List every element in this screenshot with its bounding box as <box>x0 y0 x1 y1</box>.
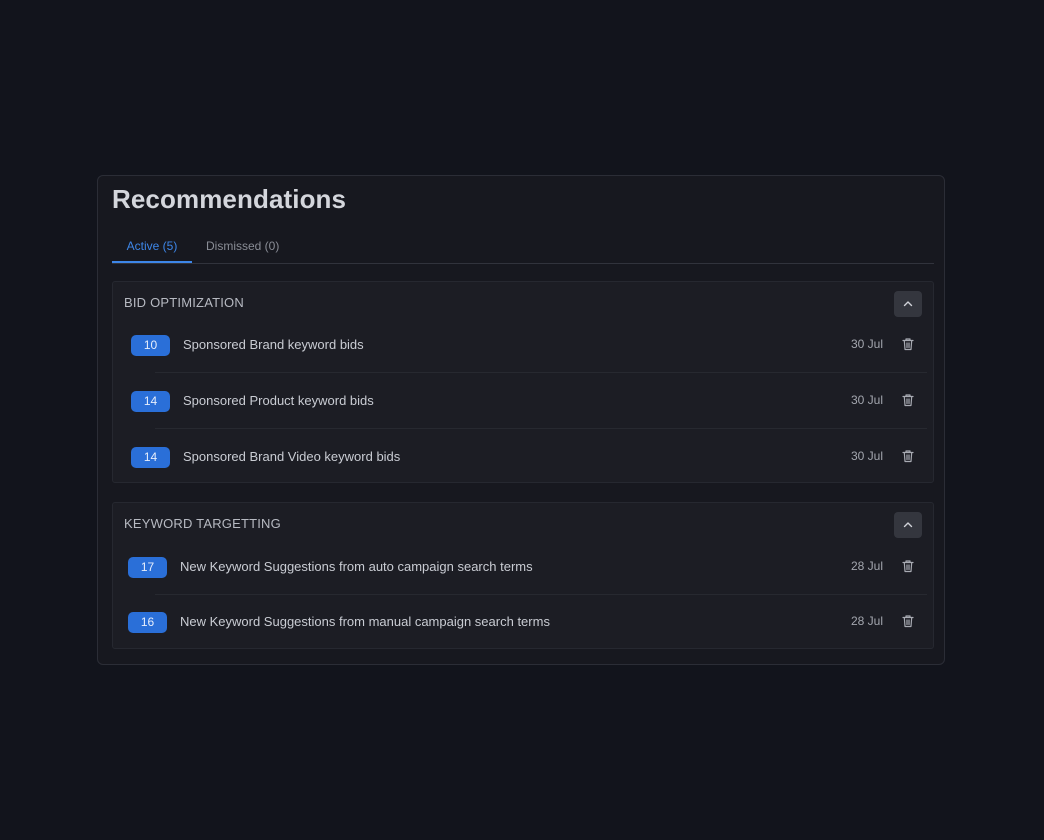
chevron-up-icon <box>903 301 913 307</box>
page-title: Recommendations <box>112 184 347 214</box>
chevron-up-icon <box>903 522 913 528</box>
row-label: Sponsored Brand Video keyword bids <box>183 449 401 464</box>
row-date: 28 Jul <box>850 559 883 573</box>
row-label: Sponsored Product keyword bids <box>183 393 374 408</box>
trash-icon[interactable] <box>900 558 916 574</box>
collapse-button[interactable] <box>894 512 922 538</box>
count-badge: 14 <box>131 391 170 412</box>
list-item[interactable]: 17 New Keyword Suggestions from auto cam… <box>113 539 933 595</box>
trash-icon[interactable] <box>900 392 916 408</box>
recommendations-panel: Recommendations Active (5) Dismissed (0)… <box>97 175 945 665</box>
row-label: New Keyword Suggestions from auto campai… <box>180 559 533 574</box>
row-date: 30 Jul <box>850 337 883 351</box>
row-date: 30 Jul <box>850 393 883 407</box>
tab-active[interactable]: Active (5) <box>112 236 192 263</box>
list-item[interactable]: 14 Sponsored Brand Video keyword bids 30… <box>113 429 933 485</box>
count-badge: 17 <box>128 557 167 578</box>
tab-dismissed[interactable]: Dismissed (0) <box>206 236 279 263</box>
trash-icon[interactable] <box>900 448 916 464</box>
trash-icon[interactable] <box>900 336 916 352</box>
list-item[interactable]: 14 Sponsored Product keyword bids 30 Jul <box>113 373 933 429</box>
row-label: New Keyword Suggestions from manual camp… <box>180 614 550 629</box>
collapse-button[interactable] <box>894 291 922 317</box>
row-date: 28 Jul <box>850 614 883 628</box>
count-badge: 14 <box>131 447 170 468</box>
row-label: Sponsored Brand keyword bids <box>183 337 364 352</box>
tab-bar: Active (5) Dismissed (0) <box>112 236 934 264</box>
section-bid-optimization: BID OPTIMIZATION 10 Sponsored Brand keyw… <box>112 281 934 483</box>
section-title: BID OPTIMIZATION <box>124 295 244 310</box>
section-keyword-targetting: KEYWORD TARGETTING 17 New Keyword Sugges… <box>112 502 934 649</box>
list-item[interactable]: 16 New Keyword Suggestions from manual c… <box>113 594 933 650</box>
row-date: 30 Jul <box>850 449 883 463</box>
list-item[interactable]: 10 Sponsored Brand keyword bids 30 Jul <box>113 317 933 373</box>
trash-icon[interactable] <box>900 613 916 629</box>
count-badge: 16 <box>128 612 167 633</box>
section-title: KEYWORD TARGETTING <box>124 516 281 531</box>
count-badge: 10 <box>131 335 170 356</box>
